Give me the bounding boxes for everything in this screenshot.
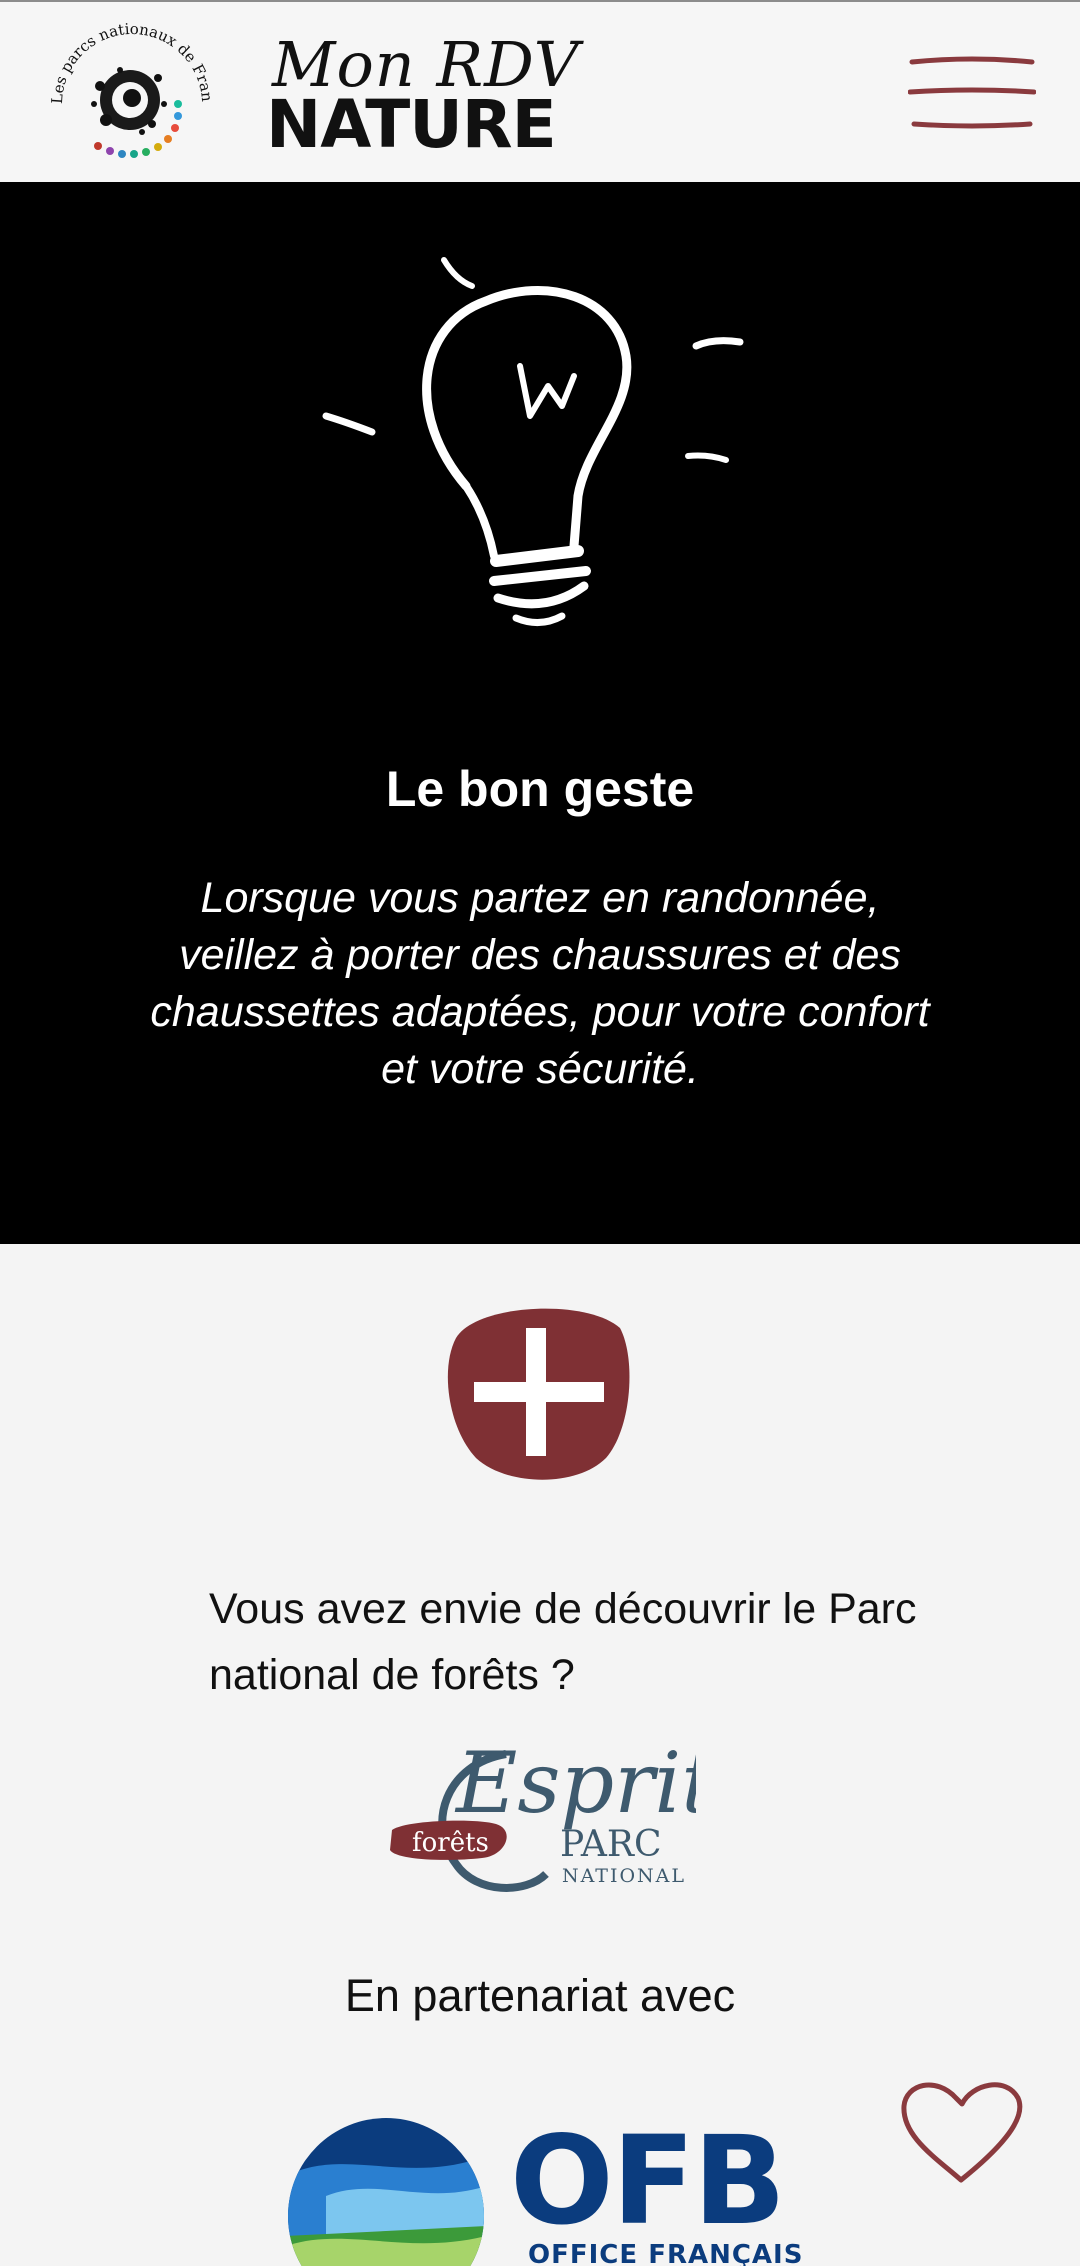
- lightbulb-icon: [322, 257, 744, 626]
- mon-rdv-nature-logo[interactable]: Mon RDV NATURE: [266, 28, 579, 168]
- esprit-line1: PARC: [560, 1824, 662, 1865]
- heart-outline-icon[interactable]: [896, 2074, 1026, 2186]
- esprit-parc-national-logo[interactable]: Esprit forêts PARC NATIONAL: [386, 1734, 696, 1900]
- ofb-subtitle: OFFICE FRANÇAIS: [528, 2240, 804, 2266]
- esprit-badge: forêts: [412, 1828, 489, 1858]
- hamburger-menu-icon[interactable]: [908, 54, 1036, 134]
- ofb-emblem: [288, 2118, 484, 2266]
- tip-section: Le bon geste Lorsque vous partez en rand…: [0, 182, 1080, 1244]
- brand-bold-text: NATURE: [266, 86, 557, 163]
- discover-text: Vous avez envie de découvrir le Parc nat…: [209, 1585, 917, 1699]
- esprit-script: Esprit: [454, 1734, 696, 1832]
- esprit-line2: NATIONAL: [562, 1865, 686, 1887]
- tip-title: Le bon geste: [385, 761, 695, 817]
- plus-icon[interactable]: [436, 1298, 636, 1486]
- ofb-title: OFB: [510, 2116, 786, 2252]
- parcs-nationaux-logo[interactable]: Les parcs nationaux de France: [40, 8, 220, 166]
- partnership-label: En partenariat avec: [344, 1970, 736, 2021]
- tip-text: Lorsque vous partez en randonnée, veille…: [150, 874, 930, 1093]
- top-bar: Les parcs nationaux de France Mon RDV NA…: [0, 0, 1080, 184]
- ofb-logo[interactable]: OFB OFFICE FRANÇAIS: [286, 2116, 806, 2266]
